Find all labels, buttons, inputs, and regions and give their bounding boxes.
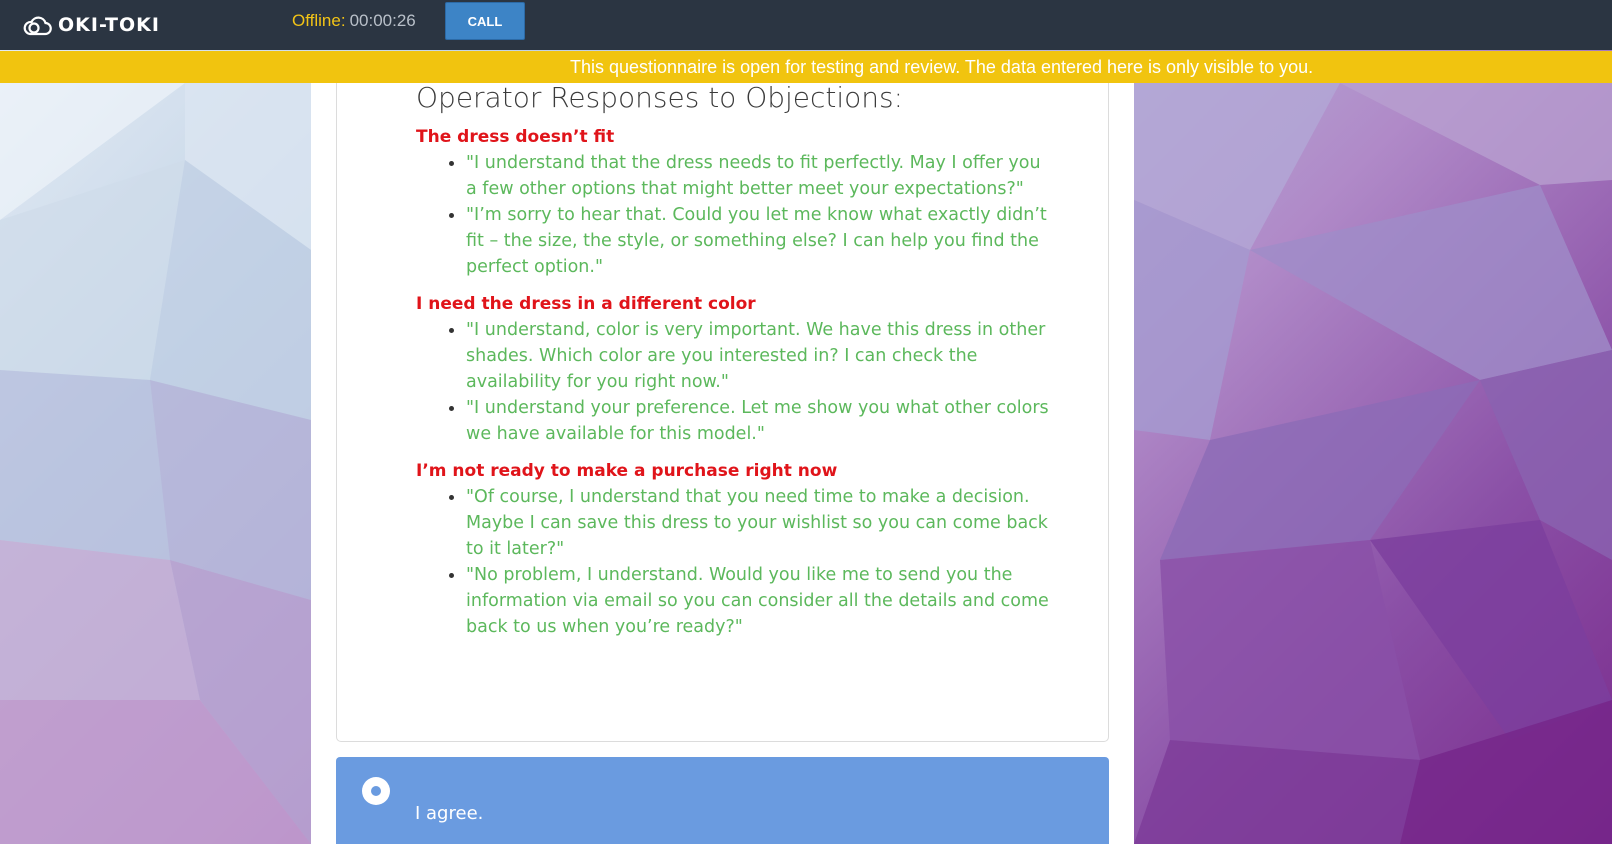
response-list: "I understand, color is very important. … <box>416 317 1056 447</box>
logo[interactable]: OKI-TOKI <box>22 10 160 40</box>
list-item: "Of course, I understand that you need t… <box>466 484 1056 562</box>
response-list: "Of course, I understand that you need t… <box>416 484 1056 640</box>
cloud-icon <box>23 16 52 36</box>
response-list: "I understand that the dress needs to fi… <box>416 150 1056 280</box>
call-timer: Offline: 00:00:26 <box>292 11 416 31</box>
call-button[interactable]: CALL <box>445 2 525 40</box>
answer-label: I agree. <box>415 803 484 824</box>
response-text: "No problem, I understand. Would you lik… <box>466 565 1049 637</box>
script-content: Operator Responses to Objections: The dr… <box>416 81 1056 640</box>
list-item: "I’m sorry to hear that. Could you let m… <box>466 202 1056 280</box>
notice-text: This questionnaire is open for testing a… <box>570 57 1314 77</box>
timer-value: 00:00:26 <box>349 11 416 30</box>
list-item: "I understand that the dress needs to fi… <box>466 150 1056 202</box>
main-column: Operator Responses to Objections: The dr… <box>311 81 1134 844</box>
objection-title: I need the dress in a different color <box>416 294 756 314</box>
response-text: "Of course, I understand that you need t… <box>466 487 1048 559</box>
logo-text: OKI-TOKI <box>58 14 160 36</box>
list-item: "I understand your preference. Let me sh… <box>466 395 1056 447</box>
response-text: "I’m sorry to hear that. Could you let m… <box>466 205 1047 277</box>
page-title: Operator Responses to Objections: <box>416 81 904 114</box>
testing-notice-banner: This questionnaire is open for testing a… <box>0 51 1612 83</box>
radio-icon[interactable] <box>362 777 390 805</box>
objection-title: The dress doesn’t fit <box>416 127 615 147</box>
answer-option-agree[interactable]: I agree. <box>336 757 1109 844</box>
objection-title: I’m not ready to make a purchase right n… <box>416 461 838 481</box>
script-card: Operator Responses to Objections: The dr… <box>336 81 1109 742</box>
top-bar: OKI-TOKI Offline: 00:00:26 CALL <box>0 0 1612 50</box>
response-text: "I understand your preference. Let me sh… <box>466 398 1049 444</box>
list-item: "I understand, color is very important. … <box>466 317 1056 395</box>
status-label: Offline: <box>292 11 346 30</box>
list-item: "No problem, I understand. Would you lik… <box>466 562 1056 640</box>
response-text: "I understand that the dress needs to fi… <box>466 153 1041 199</box>
response-text: "I understand, color is very important. … <box>466 320 1046 392</box>
